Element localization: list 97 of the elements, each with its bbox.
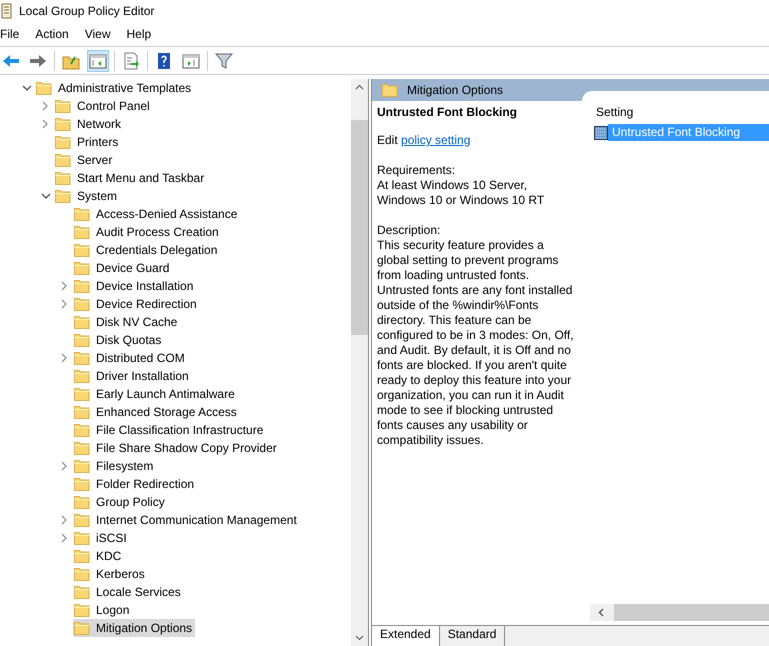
collapsed-chevron-icon[interactable] [61, 461, 68, 471]
tree-item[interactable]: Printers [54, 133, 122, 151]
scroll-down-icon[interactable] [355, 635, 364, 641]
folder-icon [74, 405, 90, 419]
folder-icon [74, 513, 90, 527]
folder-icon [74, 207, 90, 221]
tree-item[interactable]: Logon [73, 601, 132, 619]
folder-icon [55, 99, 71, 113]
folder-icon [382, 83, 398, 97]
folder-icon [55, 189, 71, 203]
collapsed-chevron-icon[interactable] [61, 353, 68, 363]
menu-item[interactable]: View [76, 27, 118, 41]
tree-item[interactable]: Folder Redirection [73, 475, 198, 493]
collapsed-chevron-icon[interactable] [61, 515, 68, 525]
folder-icon [74, 369, 90, 383]
tree-item[interactable]: Enhanced Storage Access [73, 403, 240, 421]
folder-icon [74, 567, 90, 581]
tree-item[interactable]: Group Policy [73, 493, 168, 511]
tree-item[interactable]: Credentials Delegation [73, 241, 220, 259]
expanded-chevron-icon[interactable] [22, 84, 32, 92]
tree-item[interactable]: File Classification Infrastructure [73, 421, 266, 439]
folder-icon [74, 315, 90, 329]
folder-icon [55, 171, 71, 185]
tab[interactable]: Standard [440, 626, 506, 646]
collapsed-chevron-icon[interactable] [61, 281, 68, 291]
collapsed-chevron-icon[interactable] [61, 533, 68, 543]
policy-setting-link[interactable]: policy setting [401, 133, 470, 147]
tree-item[interactable]: Access-Denied Assistance [73, 205, 240, 223]
expanded-chevron-icon[interactable] [40, 192, 50, 200]
tree-item[interactable]: Mitigation Options [73, 619, 196, 637]
policy-icon [594, 126, 608, 140]
folder-icon [74, 603, 90, 617]
tree-item[interactable]: Driver Installation [73, 367, 192, 385]
collapsed-chevron-icon[interactable] [42, 101, 49, 111]
tree-item[interactable]: Locale Services [73, 583, 184, 601]
folder-icon [74, 495, 90, 509]
tree-item[interactable]: Filesystem [73, 457, 156, 475]
tree-item[interactable]: Device Installation [73, 277, 196, 295]
collapsed-chevron-icon[interactable] [42, 119, 49, 129]
tree-item[interactable]: Server [54, 151, 116, 169]
edit-label: Edit [377, 133, 398, 147]
folder-icon [74, 243, 90, 257]
scroll-up-icon[interactable] [355, 84, 364, 90]
tree-item[interactable]: Disk NV Cache [73, 313, 180, 331]
folder-icon [74, 423, 90, 437]
tree-item[interactable]: Control Panel [54, 97, 153, 115]
description-label: Description: [377, 223, 442, 238]
column-header[interactable]: Setting [582, 101, 769, 124]
folder-icon [74, 477, 90, 491]
folder-icon [74, 297, 90, 311]
folder-icon [74, 351, 90, 365]
policy-title: Untrusted Font Blocking [377, 105, 518, 120]
scrollbar[interactable] [590, 604, 769, 621]
folder-icon [74, 333, 90, 347]
tree-item[interactable]: System [54, 187, 120, 205]
folder-icon [74, 531, 90, 545]
window-title: Local Group Policy Editor [19, 4, 154, 18]
tree-item[interactable]: File Share Shadow Copy Provider [73, 439, 280, 457]
folder-icon [74, 621, 90, 635]
tree-item[interactable]: Distributed COM [73, 349, 188, 367]
folder-icon [55, 153, 71, 167]
tree-item[interactable]: Audit Process Creation [73, 223, 222, 241]
folder-icon [74, 279, 90, 293]
requirements-label: Requirements: [377, 163, 456, 178]
description-text: This security feature provides a global setting to prevent programs from loading untrusted fonts. Untrusted fonts are any font installed outside of the %windir%\Fonts directory. This feature can be configured to be in 3 modes: On, Off, and Audit. By default, it is Off and no fonts are blocked. If you aren't quite ready to deploy this feature into your organization, you can run it in Audit mode to see if blocking untrusted fonts causes any usability or compatibility issues. [377, 238, 575, 448]
app-icon [1, 3, 13, 19]
folder-icon [74, 549, 90, 563]
menu-item[interactable]: File [0, 27, 28, 41]
panel-icon[interactable] [87, 50, 109, 72]
folder-icon [74, 261, 90, 275]
tree-item[interactable]: Device Guard [73, 259, 172, 277]
tree-item[interactable]: Start Menu and Taskbar [54, 169, 208, 187]
folder-icon [55, 117, 71, 131]
folder-icon [74, 441, 90, 455]
folder-icon [74, 225, 90, 239]
menu-item[interactable]: Action [27, 27, 77, 41]
folder-icon [74, 459, 90, 473]
tree-item[interactable]: Early Launch Antimalware [73, 385, 238, 403]
folder-icon [36, 81, 52, 95]
tree-item[interactable]: Kerberos [73, 565, 148, 583]
folder-icon [55, 135, 71, 149]
tree-item[interactable]: Device Redirection [73, 295, 200, 313]
tab[interactable]: Extended [372, 626, 440, 646]
requirements-text: At least Windows 10 Server, Windows 10 or Windows 10 RT [377, 178, 546, 208]
tree-item[interactable]: Disk Quotas [73, 331, 164, 349]
tree-item[interactable]: KDC [73, 547, 124, 565]
tree-item[interactable]: Internet Communication Management [73, 511, 300, 529]
tree-item[interactable]: Network [54, 115, 124, 133]
tree-item[interactable]: Administrative Templates [35, 79, 194, 97]
pane-title: Mitigation Options [407, 83, 504, 97]
collapsed-chevron-icon[interactable] [61, 299, 68, 309]
scrollbar[interactable] [351, 79, 368, 646]
folder-icon [74, 585, 90, 599]
tree-item[interactable]: iSCSI [73, 529, 130, 547]
menu-item[interactable]: Help [118, 27, 160, 41]
folder-icon [74, 387, 90, 401]
scroll-left-icon[interactable] [598, 608, 604, 617]
